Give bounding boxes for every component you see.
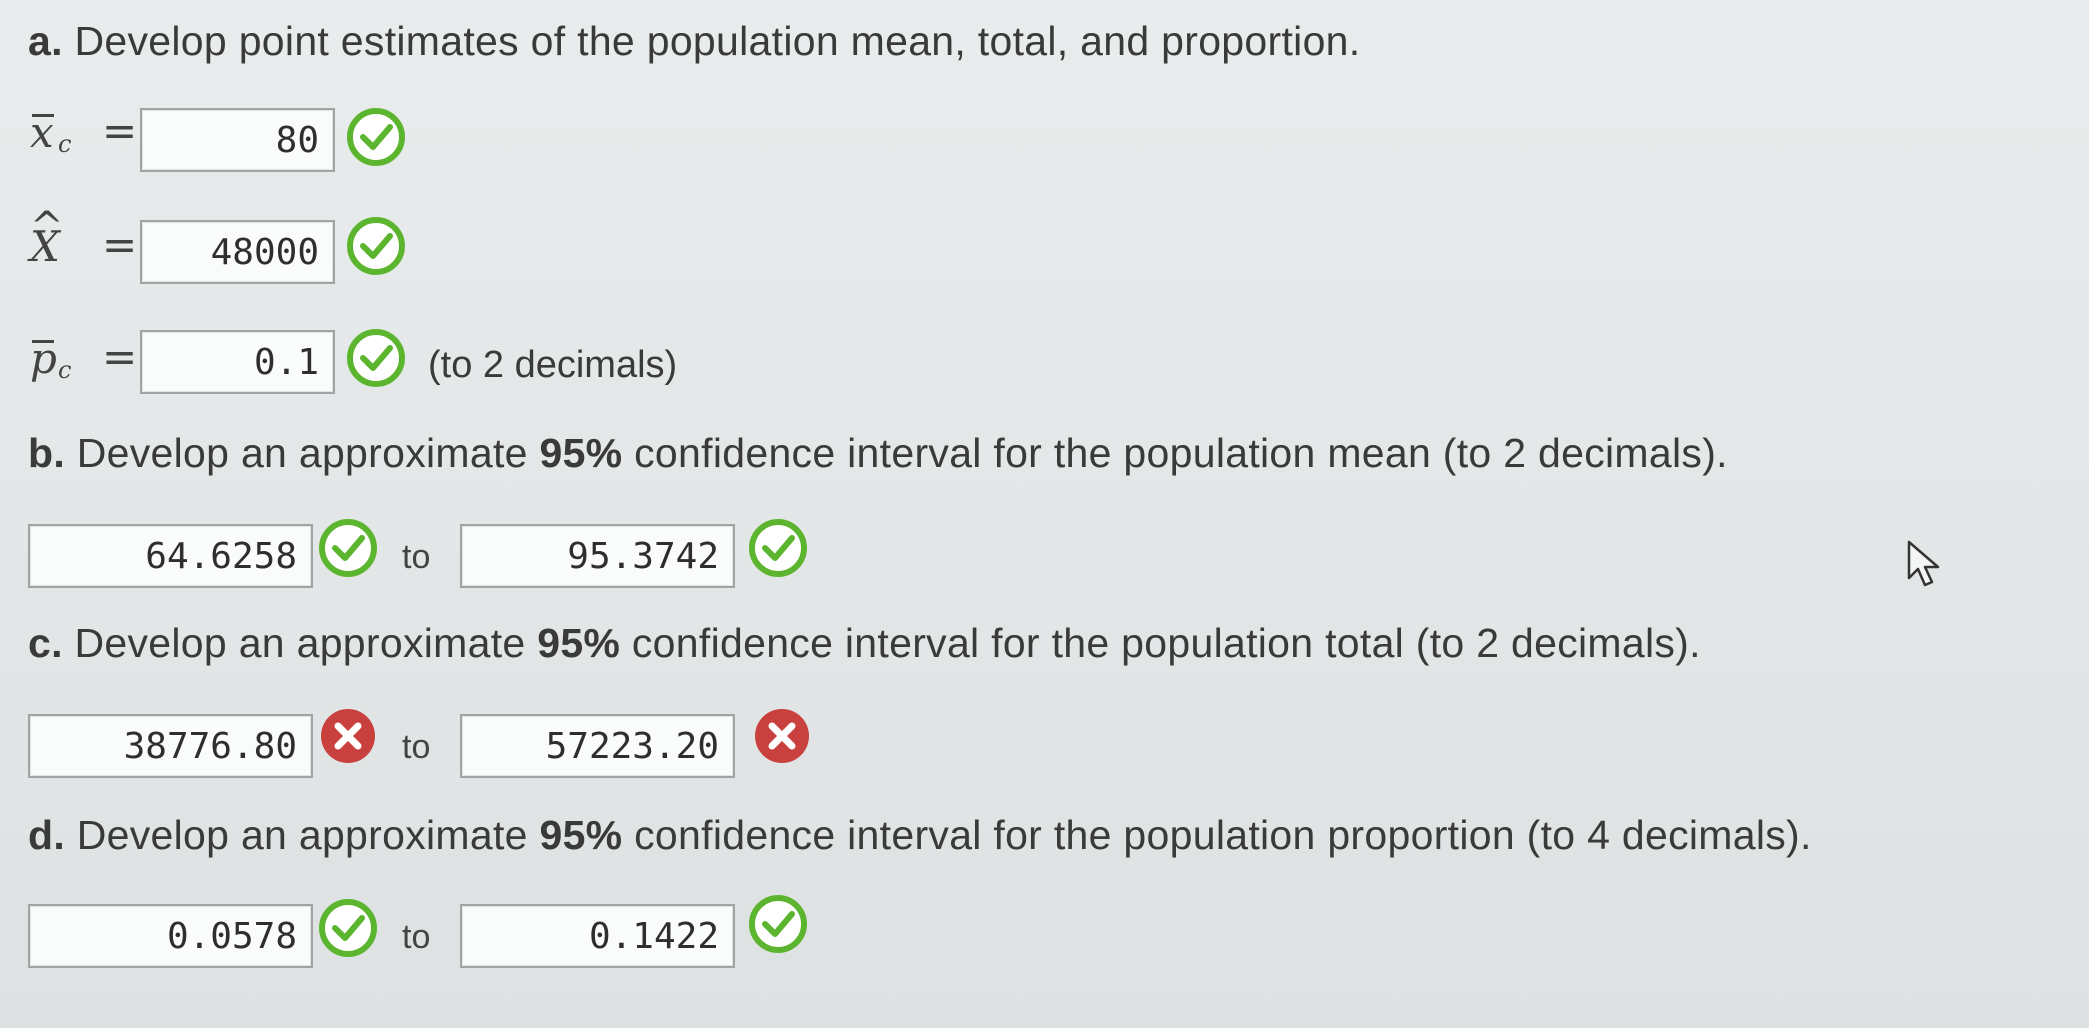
part-b-letter: b.	[28, 430, 66, 476]
proportion-equals: =	[102, 332, 138, 381]
part-b-text-before: Develop an approximate	[65, 430, 540, 476]
part-c-text-before: Develop an approximate	[62, 620, 538, 666]
part-d-letter: d.	[28, 812, 66, 858]
total-ci-upper-input[interactable]: 57223.20	[460, 714, 735, 778]
total-equals: =	[102, 220, 138, 269]
mean-symbol-sub: c	[58, 130, 72, 158]
part-a-heading: a. Develop point estimates of the popula…	[28, 18, 1360, 65]
mean-equals: =	[102, 106, 138, 155]
mean-symbol: x c =	[30, 106, 138, 168]
part-c-letter: c.	[28, 620, 63, 666]
proportion-symbol-sub: c	[58, 356, 72, 384]
part-c-heading: c. Develop an approximate 95% confidence…	[28, 620, 1701, 667]
part-d-text-before: Develop an approximate	[65, 812, 540, 858]
proportion-estimate-input[interactable]: 0.1	[140, 330, 335, 394]
x-circle-icon	[321, 709, 375, 763]
mouse-pointer-icon	[1907, 540, 1940, 587]
proportion-ci-to-label: to	[402, 918, 431, 956]
part-a-text: Develop point estimates of the populatio…	[62, 18, 1361, 64]
part-b-text-after: confidence interval for the population m…	[622, 430, 1728, 476]
total-symbol: ^ X =	[30, 204, 138, 282]
proportion-symbol: p c =	[30, 332, 138, 394]
check-circle-icon	[347, 108, 405, 166]
part-a-letter: a.	[28, 18, 63, 64]
total-symbol-base: X	[30, 222, 60, 271]
mean-ci-upper-input[interactable]: 95.3742	[460, 524, 735, 588]
proportion-symbol-base: p	[30, 334, 57, 383]
part-c-text-after: confidence interval for the population t…	[620, 620, 1701, 666]
proportion-ci-upper-input[interactable]: 0.1422	[460, 904, 735, 968]
mean-ci-to-label: to	[402, 538, 431, 576]
check-circle-icon	[319, 519, 377, 577]
mean-estimate-input[interactable]: 80	[140, 108, 335, 172]
x-circle-icon	[755, 709, 809, 763]
proportion-decimals-note: (to 2 decimals)	[428, 344, 678, 386]
mean-symbol-base: x	[30, 108, 54, 157]
check-circle-icon	[347, 217, 405, 275]
total-estimate-input[interactable]: 48000	[140, 220, 335, 284]
check-circle-icon	[347, 329, 405, 387]
proportion-ci-lower-input[interactable]: 0.0578	[28, 904, 313, 968]
part-d-heading: d. Develop an approximate 95% confidence…	[28, 812, 1812, 859]
part-b-heading: b. Develop an approximate 95% confidence…	[28, 430, 1728, 477]
total-ci-lower-input[interactable]: 38776.80	[28, 714, 313, 778]
check-circle-icon	[749, 519, 807, 577]
part-d-text-after: confidence interval for the population p…	[622, 812, 1812, 858]
mean-ci-lower-input[interactable]: 64.6258	[28, 524, 313, 588]
check-circle-icon	[319, 899, 377, 957]
part-b-percent: 95%	[539, 430, 623, 476]
total-ci-to-label: to	[402, 728, 431, 766]
part-d-percent: 95%	[539, 812, 623, 858]
check-circle-icon	[749, 895, 807, 953]
part-c-percent: 95%	[537, 620, 621, 666]
